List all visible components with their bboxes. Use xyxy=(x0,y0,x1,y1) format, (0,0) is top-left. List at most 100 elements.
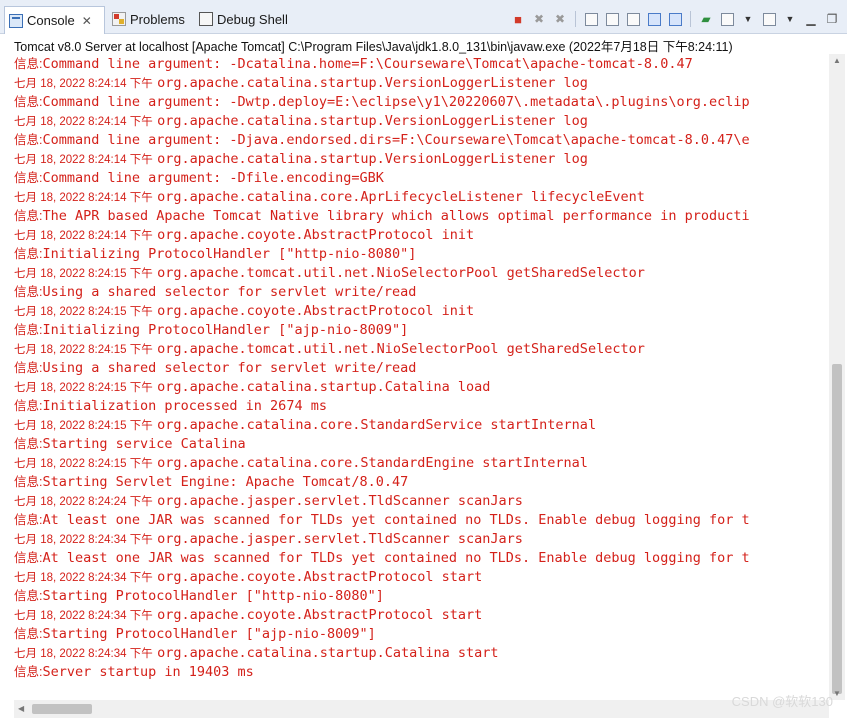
toolbar-separator xyxy=(690,11,691,27)
remove-launch-icon[interactable]: ✖ xyxy=(530,10,548,28)
log-message-line: 信息:Command line argument: -Djava.endorse… xyxy=(14,130,829,149)
log-source: org.apache.coyote.AbstractProtocol init xyxy=(157,303,475,319)
tab-console[interactable]: Console ✕ xyxy=(4,6,105,34)
tab-debug-shell[interactable]: Debug Shell xyxy=(199,7,288,31)
vertical-scroll-thumb[interactable] xyxy=(832,364,842,694)
log-message-line: 信息:Using a shared selector for servlet w… xyxy=(14,358,829,377)
pin-console-icon[interactable]: ▰ xyxy=(697,10,715,28)
horizontal-scrollbar[interactable]: ◀ xyxy=(14,700,829,718)
view-tab-bar: Console ✕ Problems Debug Shell ■ ✖ ✖ ▰ ▼… xyxy=(0,0,847,34)
chevron-down-icon[interactable]: ▼ xyxy=(739,10,757,28)
log-message-line: 信息:Server startup in 19403 ms xyxy=(14,662,829,681)
log-message: Starting ProtocolHandler ["http-nio-8080… xyxy=(42,588,384,604)
log-message: Starting ProtocolHandler ["ajp-nio-8009"… xyxy=(42,626,376,642)
log-message: Using a shared selector for servlet writ… xyxy=(42,284,417,300)
log-timestamp: 七月 18, 2022 8:24:34 下午 xyxy=(14,534,153,546)
log-message-line: 信息:Command line argument: -Dfile.encodin… xyxy=(14,168,829,187)
log-message: Initializing ProtocolHandler ["http-nio-… xyxy=(42,246,417,262)
log-level: 信息: xyxy=(14,627,43,641)
scroll-left-icon[interactable]: ◀ xyxy=(18,704,24,713)
open-console-icon[interactable] xyxy=(760,10,778,28)
log-timestamp-line: 七月 18, 2022 8:24:15 下午 org.apache.catali… xyxy=(14,453,829,472)
log-message: At least one JAR was scanned for TLDs ye… xyxy=(42,512,750,528)
tab-problems-label: Problems xyxy=(130,11,185,27)
log-level: 信息: xyxy=(14,133,43,147)
log-timestamp: 七月 18, 2022 8:24:24 下午 xyxy=(14,496,153,508)
vertical-scrollbar[interactable]: ▲ ▼ xyxy=(829,54,845,700)
log-level: 信息: xyxy=(14,247,43,261)
display-selected-console-icon[interactable] xyxy=(718,10,736,28)
log-timestamp-line: 七月 18, 2022 8:24:34 下午 org.apache.coyote… xyxy=(14,567,829,586)
log-timestamp: 七月 18, 2022 8:24:14 下午 xyxy=(14,78,153,90)
log-message-line: 信息:Using a shared selector for servlet w… xyxy=(14,282,829,301)
log-source: org.apache.jasper.servlet.TldScanner sca… xyxy=(157,531,523,547)
log-timestamp: 七月 18, 2022 8:24:14 下午 xyxy=(14,116,153,128)
chevron-down-icon[interactable]: ▼ xyxy=(781,10,799,28)
log-timestamp-line: 七月 18, 2022 8:24:34 下午 org.apache.coyote… xyxy=(14,605,829,624)
log-message: Initializing ProtocolHandler ["ajp-nio-8… xyxy=(42,322,409,338)
word-wrap-icon[interactable] xyxy=(624,10,642,28)
log-source: org.apache.coyote.AbstractProtocol start xyxy=(157,607,483,623)
log-timestamp-line: 七月 18, 2022 8:24:14 下午 org.apache.coyote… xyxy=(14,225,829,244)
log-timestamp-line: 七月 18, 2022 8:24:15 下午 org.apache.tomcat… xyxy=(14,263,829,282)
log-message-line: 信息:The APR based Apache Tomcat Native li… xyxy=(14,206,829,225)
log-timestamp-line: 七月 18, 2022 8:24:15 下午 org.apache.catali… xyxy=(14,415,829,434)
show-on-stderr-icon[interactable] xyxy=(666,10,684,28)
log-message: Command line argument: -Dcatalina.home=F… xyxy=(42,56,693,72)
log-level: 信息: xyxy=(14,285,43,299)
problems-icon xyxy=(112,12,126,26)
minimize-icon[interactable]: ▁ xyxy=(802,10,820,28)
console-output[interactable]: 信息:Command line argument: -Dcatalina.hom… xyxy=(14,54,829,700)
log-source: org.apache.coyote.AbstractProtocol start xyxy=(157,569,483,585)
log-timestamp-line: 七月 18, 2022 8:24:24 下午 org.apache.jasper… xyxy=(14,491,829,510)
remove-all-terminated-icon[interactable]: ✖ xyxy=(551,10,569,28)
log-timestamp: 七月 18, 2022 8:24:15 下午 xyxy=(14,306,153,318)
log-message: Command line argument: -Djava.endorsed.d… xyxy=(42,132,750,148)
log-timestamp: 七月 18, 2022 8:24:15 下午 xyxy=(14,268,153,280)
scroll-down-icon[interactable]: ▼ xyxy=(833,689,841,698)
log-message: Initialization processed in 2674 ms xyxy=(42,398,327,414)
log-message: Using a shared selector for servlet writ… xyxy=(42,360,417,376)
horizontal-scroll-thumb[interactable] xyxy=(32,704,92,714)
scroll-lock-icon[interactable] xyxy=(603,10,621,28)
log-level: 信息: xyxy=(14,361,43,375)
log-message-line: 信息:Initialization processed in 2674 ms xyxy=(14,396,829,415)
log-source: org.apache.catalina.startup.VersionLogge… xyxy=(157,113,588,129)
log-level: 信息: xyxy=(14,437,43,451)
terminate-icon[interactable]: ■ xyxy=(509,10,527,28)
log-timestamp: 七月 18, 2022 8:24:34 下午 xyxy=(14,572,153,584)
tab-problems[interactable]: Problems xyxy=(112,7,185,31)
console-icon xyxy=(9,13,23,28)
log-message-line: 信息:Command line argument: -Dwtp.deploy=E… xyxy=(14,92,829,111)
maximize-icon[interactable]: ❐ xyxy=(823,10,841,28)
log-message: Command line argument: -Dwtp.deploy=E:\e… xyxy=(42,94,750,110)
log-timestamp: 七月 18, 2022 8:24:15 下午 xyxy=(14,344,153,356)
log-level: 信息: xyxy=(14,475,43,489)
log-level: 信息: xyxy=(14,57,43,71)
log-source: org.apache.catalina.core.AprLifecycleLis… xyxy=(157,189,645,205)
log-timestamp: 七月 18, 2022 8:24:15 下午 xyxy=(14,458,153,470)
log-message: At least one JAR was scanned for TLDs ye… xyxy=(42,550,750,566)
log-message: The APR based Apache Tomcat Native libra… xyxy=(42,208,750,224)
log-timestamp-line: 七月 18, 2022 8:24:15 下午 org.apache.tomcat… xyxy=(14,339,829,358)
debug-shell-icon xyxy=(199,12,213,26)
show-on-stdout-icon[interactable] xyxy=(645,10,663,28)
log-timestamp: 七月 18, 2022 8:24:14 下午 xyxy=(14,154,153,166)
tab-console-label: Console xyxy=(27,13,75,28)
scroll-up-icon[interactable]: ▲ xyxy=(833,56,841,65)
log-source: org.apache.catalina.core.StandardEngine … xyxy=(157,455,588,471)
log-source: org.apache.coyote.AbstractProtocol init xyxy=(157,227,475,243)
log-message-line: 信息:Starting ProtocolHandler ["http-nio-8… xyxy=(14,586,829,605)
log-timestamp: 七月 18, 2022 8:24:15 下午 xyxy=(14,420,153,432)
tab-debug-shell-label: Debug Shell xyxy=(217,11,288,27)
log-timestamp: 七月 18, 2022 8:24:34 下午 xyxy=(14,610,153,622)
log-level: 信息: xyxy=(14,513,43,527)
clear-console-icon[interactable] xyxy=(582,10,600,28)
log-source: org.apache.catalina.startup.Catalina sta… xyxy=(157,645,499,661)
log-timestamp-line: 七月 18, 2022 8:24:15 下午 org.apache.coyote… xyxy=(14,301,829,320)
log-source: org.apache.catalina.startup.VersionLogge… xyxy=(157,151,588,167)
log-source: org.apache.tomcat.util.net.NioSelectorPo… xyxy=(157,265,645,281)
log-source: org.apache.catalina.startup.Catalina loa… xyxy=(157,379,491,395)
log-message-line: 信息:Initializing ProtocolHandler ["http-n… xyxy=(14,244,829,263)
close-icon[interactable]: ✕ xyxy=(82,14,92,28)
